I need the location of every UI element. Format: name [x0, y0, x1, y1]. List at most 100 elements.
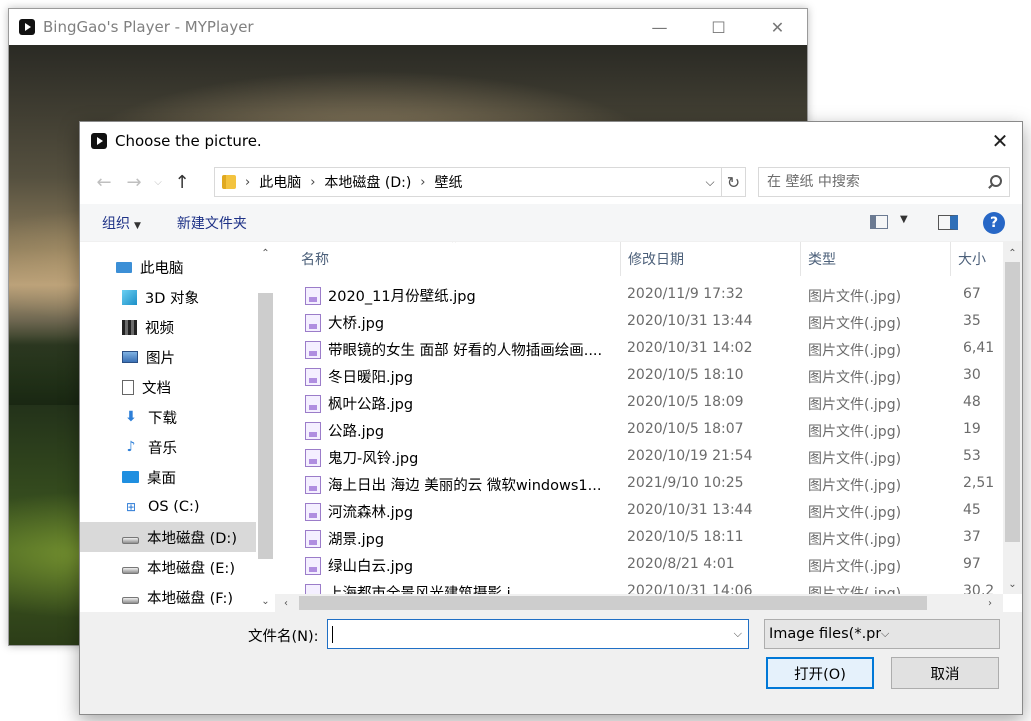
navigation-pane-scrollbar[interactable]: ⌃ ⌄ [256, 242, 275, 612]
file-size: 97 [963, 556, 981, 572]
open-button[interactable]: 打开(O) [766, 657, 874, 689]
windows-drive-icon: ⊞ [125, 500, 137, 514]
file-list-vertical-scrollbar[interactable]: ⌃ ⌄ [1003, 242, 1022, 594]
file-size: 19 [963, 421, 981, 437]
image-file-icon [305, 557, 321, 575]
breadcrumb-separator[interactable]: › [420, 175, 425, 190]
dialog-close-button[interactable]: ✕ [978, 122, 1022, 160]
file-name: 绿山白云.jpg [328, 559, 414, 575]
file-row[interactable]: 公路.jpg 2020/10/5 18:07 图片文件(.jpg) 19 [275, 417, 1003, 444]
file-row[interactable]: 湖景.jpg 2020/10/5 18:11 图片文件(.jpg) 37 [275, 525, 1003, 552]
file-type: 图片文件(.jpg) [808, 370, 902, 386]
file-type: 图片文件(.jpg) [808, 289, 902, 305]
search-box[interactable] [758, 167, 1010, 197]
address-bar[interactable]: › 此电脑 › 本地磁盘 (D:) › 壁纸 ⌵ ↻ [214, 167, 746, 197]
scroll-right-icon[interactable]: › [981, 594, 999, 612]
sidebar-item-downloads[interactable]: ⬇ 下载 [80, 402, 275, 432]
file-row[interactable]: 枫叶公路.jpg 2020/10/5 18:09 图片文件(.jpg) 48 [275, 390, 1003, 417]
sidebar-item-label: 本地磁盘 (E:) [147, 560, 235, 577]
filename-input[interactable] [331, 626, 721, 642]
sidebar-item-pictures[interactable]: 图片 [80, 342, 275, 372]
sidebar-item-drive-f[interactable]: 本地磁盘 (F:) [80, 582, 275, 612]
3d-objects-icon [122, 289, 137, 305]
preview-pane-icon[interactable] [938, 215, 958, 230]
refresh-icon[interactable]: ↻ [721, 168, 745, 196]
column-header-name[interactable]: ⌃ 名称 [275, 242, 621, 276]
image-file-icon [305, 476, 321, 494]
command-bar: 组织 ▼ 新建文件夹 ▼ ? [80, 204, 1022, 242]
sidebar-item-this-pc[interactable]: 此电脑 [80, 252, 275, 282]
sidebar-item-documents[interactable]: 文档 [80, 372, 275, 402]
breadcrumb-wallpaper[interactable]: 壁纸 [434, 172, 462, 192]
breadcrumb-drive-d[interactable]: 本地磁盘 (D:) [324, 172, 411, 192]
file-type: 图片文件(.jpg) [808, 316, 902, 332]
sidebar-item-label: 音乐 [148, 440, 177, 457]
filename-combobox[interactable]: ⌵ [327, 619, 749, 649]
scrollbar-thumb[interactable] [1005, 262, 1020, 542]
app-icon [19, 19, 35, 35]
breadcrumb-separator[interactable]: › [310, 175, 315, 190]
file-type: 图片文件(.jpg) [808, 424, 902, 440]
new-folder-button[interactable]: 新建文件夹 [177, 213, 247, 233]
search-input[interactable] [767, 174, 977, 190]
sidebar-item-drive-e[interactable]: 本地磁盘 (E:) [80, 552, 275, 582]
forward-arrow-icon[interactable]: → [119, 167, 149, 197]
minimize-button[interactable]: — [630, 9, 689, 45]
sidebar-item-desktop[interactable]: 桌面 [80, 462, 275, 492]
sidebar-item-music[interactable]: ♪ 音乐 [80, 432, 275, 462]
scrollbar-thumb[interactable] [258, 293, 273, 559]
scroll-up-icon[interactable]: ⌃ [1003, 244, 1022, 262]
scroll-down-icon[interactable]: ⌄ [1003, 575, 1022, 593]
close-button[interactable]: ✕ [748, 9, 807, 45]
file-row[interactable]: 带眼镜的女生 面部 好看的人物插画绘画.... 2020/10/31 14:02 图… [275, 336, 1003, 363]
sidebar-item-label: 此电脑 [140, 260, 184, 277]
file-row[interactable]: 河流森林.jpg 2020/10/31 13:44 图片文件(.jpg) 45 [275, 498, 1003, 525]
scroll-down-icon[interactable]: ⌄ [256, 592, 275, 610]
view-dropdown-icon[interactable]: ▼ [900, 214, 908, 225]
column-header-date[interactable]: 修改日期 [621, 242, 801, 276]
file-row[interactable]: 绿山白云.jpg 2020/8/21 4:01 图片文件(.jpg) 97 [275, 552, 1003, 579]
breadcrumb-this-pc[interactable]: 此电脑 [259, 172, 301, 192]
file-date: 2020/10/31 13:44 [627, 502, 753, 518]
organize-label: 组织 [102, 215, 130, 232]
chevron-down-icon[interactable]: ⌵ [881, 627, 993, 641]
address-dropdown-chevron-icon[interactable]: ⌵ [699, 168, 721, 196]
scroll-up-icon[interactable]: ⌃ [256, 244, 275, 262]
column-header-type[interactable]: 类型 [801, 242, 951, 276]
file-type: 图片文件(.jpg) [808, 559, 902, 575]
pictures-icon [122, 351, 138, 363]
chevron-down-icon[interactable]: ⌵ [734, 627, 742, 641]
scrollbar-thumb[interactable] [299, 596, 927, 610]
sidebar-item-drive-d[interactable]: 本地磁盘 (D:) [80, 522, 275, 552]
scroll-left-icon[interactable]: ‹ [277, 594, 295, 612]
image-file-icon [305, 503, 321, 521]
maximize-button[interactable]: ☐ [689, 9, 748, 45]
file-row[interactable]: 海上日出 海边 美丽的云 微软windows1... 2021/9/10 10:2… [275, 471, 1003, 498]
file-row[interactable]: 2020_11月份壁纸.jpg 2020/11/9 17:32 图片文件(.jpg)… [275, 282, 1003, 309]
sidebar-item-label: 下载 [148, 410, 177, 427]
file-name: 大桥.jpg [328, 316, 385, 332]
image-file-icon [305, 395, 321, 413]
recent-locations-chevron-icon[interactable]: ⌵ [149, 167, 167, 197]
sidebar-item-drive-c[interactable]: ⊞ OS (C:) [80, 492, 275, 522]
search-icon[interactable] [987, 175, 1002, 189]
organize-menu[interactable]: 组织 ▼ [102, 213, 141, 233]
column-header-size[interactable]: 大小 [951, 242, 1003, 276]
view-options-icon[interactable] [870, 215, 888, 229]
up-arrow-icon[interactable]: ↑ [167, 167, 197, 197]
file-name: 湖景.jpg [328, 532, 385, 548]
back-arrow-icon[interactable]: ← [89, 167, 119, 197]
file-list-horizontal-scrollbar[interactable]: ‹ › [275, 594, 1003, 612]
file-size: 45 [963, 502, 981, 518]
sidebar-item-3d-objects[interactable]: 3D 对象 [80, 282, 275, 312]
file-date: 2020/10/5 18:09 [627, 394, 744, 410]
file-row[interactable]: 大桥.jpg 2020/10/31 13:44 图片文件(.jpg) 35 [275, 309, 1003, 336]
sidebar-item-videos[interactable]: 视频 [80, 312, 275, 342]
drive-icon [122, 596, 139, 604]
help-icon[interactable]: ? [983, 212, 1005, 234]
cancel-button[interactable]: 取消 [891, 657, 999, 689]
file-row[interactable]: 冬日暖阳.jpg 2020/10/5 18:10 图片文件(.jpg) 30 [275, 363, 1003, 390]
column-date-label: 修改日期 [628, 252, 684, 268]
file-row[interactable]: 鬼刀-风铃.jpg 2020/10/19 21:54 图片文件(.jpg) 53 [275, 444, 1003, 471]
filetype-select[interactable]: Image files(*.png *.jpg *.bmp) ⌵ [764, 619, 1000, 649]
